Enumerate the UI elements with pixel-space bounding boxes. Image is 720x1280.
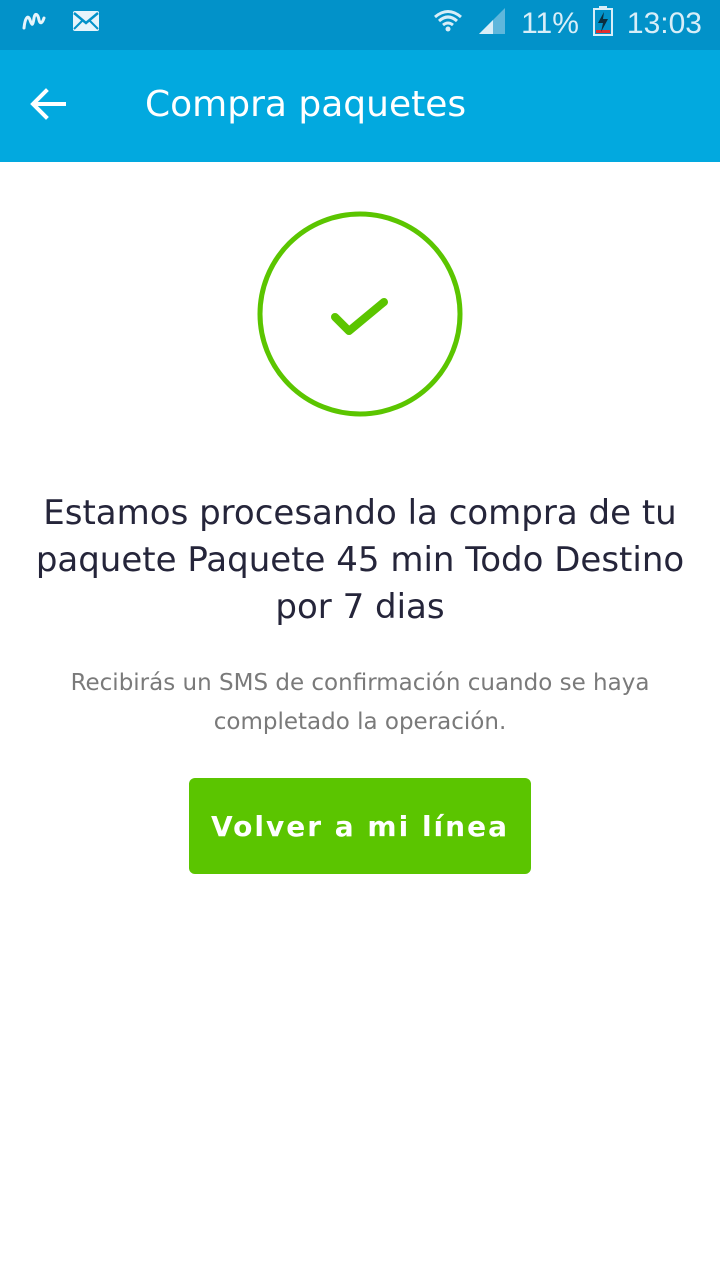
page-title: Compra paquetes	[145, 84, 467, 125]
app-bar: Compra paquetes	[0, 50, 720, 162]
mail-icon	[72, 10, 100, 37]
checkmark-icon	[257, 211, 463, 417]
success-badge	[257, 211, 463, 417]
battery-percent: 11%	[521, 6, 579, 40]
back-button[interactable]	[22, 80, 74, 132]
status-bar-right: 11% 13:03	[433, 6, 702, 41]
movistar-logo-icon	[22, 10, 46, 37]
back-to-line-button[interactable]: Volver a mi línea	[189, 778, 531, 874]
status-bar-left	[22, 10, 100, 37]
status-bar: 11% 13:03	[0, 0, 720, 50]
arrow-left-icon	[30, 87, 66, 125]
clock: 13:03	[626, 6, 702, 40]
confirmation-message: Recibirás un SMS de confirmación cuando …	[70, 670, 650, 735]
wifi-icon	[433, 6, 463, 41]
confirmation-headline: Estamos procesando la compra de tu paque…	[35, 493, 685, 627]
battery-charging-icon	[592, 6, 613, 41]
signal-icon	[477, 6, 507, 41]
